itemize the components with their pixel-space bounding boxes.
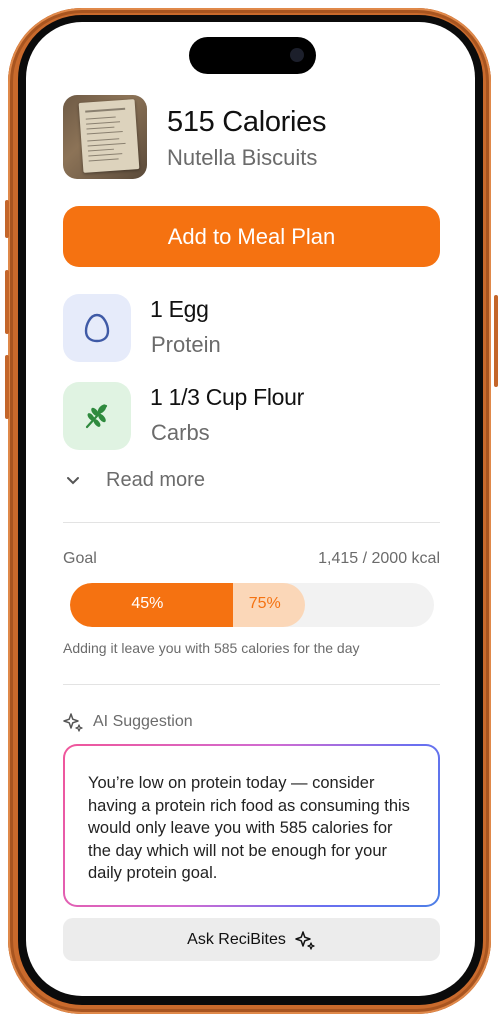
ingredient-category: Protein xyxy=(151,332,221,357)
add-to-meal-plan-button[interactable]: Add to Meal Plan xyxy=(63,206,440,267)
sparkles-icon xyxy=(63,713,83,732)
power-button xyxy=(494,295,498,387)
ai-suggestion-label: AI Suggestion xyxy=(93,713,193,730)
recipe-name: Nutella Biscuits xyxy=(167,145,318,170)
ingredient-category: Carbs xyxy=(151,420,210,445)
goal-value: 1,415 / 2000 kcal xyxy=(318,550,440,567)
progress-current-label: 45% xyxy=(131,595,164,612)
progress-after-label: 75% xyxy=(248,595,281,612)
divider xyxy=(63,684,440,685)
volume-down-button xyxy=(5,355,9,419)
recipe-thumbnail[interactable] xyxy=(63,95,147,179)
chevron-down-icon xyxy=(66,473,88,489)
goal-note: Adding it leave you with 585 calories fo… xyxy=(63,640,360,656)
read-more-button[interactable]: Read more xyxy=(66,469,205,492)
sparkles-icon xyxy=(294,929,316,951)
ingredient-name: 1 Egg xyxy=(150,296,209,322)
volume-up-button xyxy=(5,270,9,334)
divider xyxy=(63,522,440,523)
ingredient-name: 1 1/3 Cup Flour xyxy=(150,384,305,410)
ask-recibites-label: Ask ReciBites xyxy=(187,930,286,948)
goal-label: Goal xyxy=(63,550,97,567)
ingredient-icon-box xyxy=(63,294,131,362)
action-button xyxy=(5,200,9,238)
dynamic-island xyxy=(189,37,316,74)
egg-icon xyxy=(84,313,110,343)
app-screen: 515 Calories Nutella Biscuits Add to Mea… xyxy=(26,22,475,996)
wheat-icon xyxy=(85,404,108,429)
ai-suggestion-text: You’re low on protein today — consider h… xyxy=(65,746,438,905)
ingredient-icon-box xyxy=(63,382,131,450)
ai-suggestion-card: You’re low on protein today — consider h… xyxy=(63,744,440,907)
camera-icon xyxy=(290,48,304,62)
recipe-card-photo xyxy=(78,99,140,173)
calories-title: 515 Calories xyxy=(167,106,327,138)
ask-recibites-button[interactable]: Ask ReciBites xyxy=(63,918,440,961)
read-more-label: Read more xyxy=(106,469,205,491)
ai-suggestion-header: AI Suggestion xyxy=(62,711,193,733)
goal-progress-bar: 45% 75% xyxy=(70,583,434,627)
